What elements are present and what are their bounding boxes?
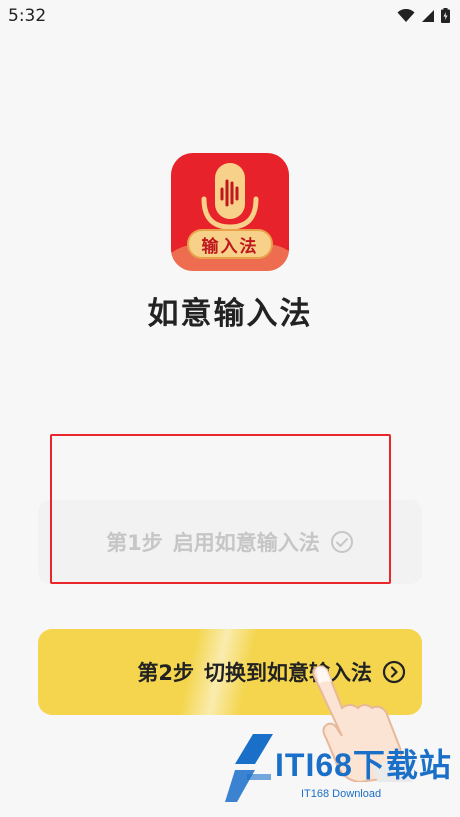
status-bar: 5:32 bbox=[0, 0, 460, 32]
logo-badge: 输入法 bbox=[187, 229, 273, 259]
app-title: 如意输入法 bbox=[147, 296, 313, 332]
battery-icon bbox=[441, 8, 450, 23]
highlight-outline bbox=[50, 434, 391, 584]
status-icons bbox=[397, 8, 450, 23]
app-logo: 输入法 bbox=[171, 153, 289, 271]
watermark-subtitle: IT168 Download bbox=[301, 788, 382, 800]
wifi-icon bbox=[397, 8, 415, 22]
step2-number: 第2步 bbox=[137, 661, 194, 685]
watermark-brand: ITI68下载站 bbox=[275, 747, 452, 783]
signal-icon bbox=[422, 9, 434, 22]
status-time: 5:32 bbox=[8, 6, 47, 26]
watermark: ITI68下载站 IT168 Download bbox=[225, 730, 455, 810]
